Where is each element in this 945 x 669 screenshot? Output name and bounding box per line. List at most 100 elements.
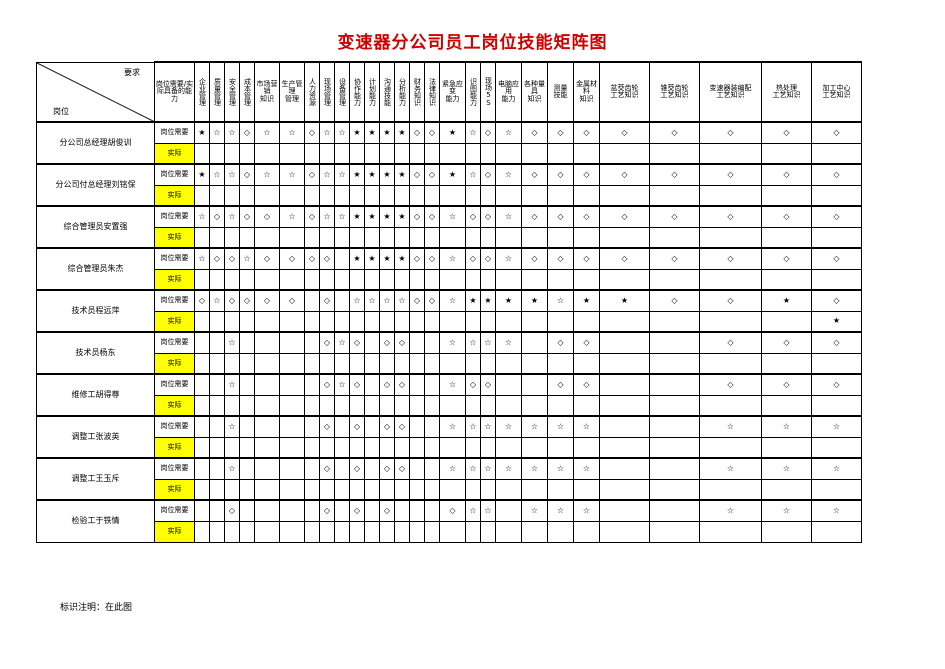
skill-mark-cell [465,478,481,501]
skill-mark-cell: ☆ [495,247,522,270]
skill-mark-cell [424,478,440,501]
skill-mark-cell: ☆ [465,415,481,438]
skill-mark-cell [254,142,280,165]
skill-mark-cell [334,289,350,312]
skill-mark-cell [194,331,210,354]
skill-mark-cell [334,394,350,417]
skill-mark-cell [521,268,548,291]
skill-mark-cell [521,184,548,207]
skill-mark-cell [480,520,496,543]
skill-mark-cell: ☆ [239,247,255,270]
skill-mark-cell [239,352,255,375]
skill-mark-cell: ◇ [424,163,440,186]
skill-mark-cell [599,142,650,165]
skill-mark-cell: ◇ [439,499,466,522]
skill-mark-cell [394,226,410,249]
skill-mark-cell [424,520,440,543]
skill-mark-cell: ◇ [254,247,280,270]
skill-mark-cell: ☆ [334,373,350,396]
skill-mark-cell [409,268,425,291]
skill-mark-cell [239,184,255,207]
skill-mark-cell [319,478,335,501]
skill-mark-cell [254,226,280,249]
skill-mark-cell: ☆ [224,373,240,396]
skill-mark-cell: ★ [194,163,210,186]
skill-mark-cell: ☆ [439,205,466,228]
skill-mark-cell [304,310,320,333]
row-type-need: 岗位需要 [154,457,195,480]
skill-mark-cell [573,478,600,501]
skill-mark-cell: ◇ [224,247,240,270]
table-row: 实际 [37,184,862,207]
skill-matrix-table: 要求 岗位 岗位需要/实际具备的能力 企业 管理 质量 管理 安全 管理 成本 管理 市场营销知… [36,61,862,543]
skill-mark-cell: ☆ [495,331,522,354]
skill-mark-cell: ◇ [319,499,335,522]
skill-mark-cell: ◇ [319,247,335,270]
skill-mark-cell [599,436,650,459]
skill-mark-cell [279,415,305,438]
skill-mark-cell [279,373,305,396]
skill-mark-cell [209,478,225,501]
column-header-13: 分析 能力 [394,61,410,123]
skill-mark-cell [319,268,335,291]
skill-mark-cell: ☆ [439,289,466,312]
column-header-line2: 5S [484,91,493,107]
skill-mark-cell [209,457,225,480]
skill-mark-cell: ◇ [573,373,600,396]
skill-mark-cell [254,310,280,333]
skill-mark-cell: ◇ [599,205,650,228]
skill-mark-cell: ◇ [811,121,862,144]
row-type-actual: 实际 [154,184,195,207]
skill-mark-cell [304,394,320,417]
skill-mark-cell: ☆ [279,205,305,228]
employee-name-cell: 技术员杨东 [36,331,155,375]
skill-mark-cell: ★ [465,289,481,312]
skill-mark-cell: ★ [379,205,395,228]
skill-mark-cell [547,268,574,291]
column-header-5: 市场营销 知识 [254,61,280,123]
skill-mark-cell [334,247,350,270]
skill-mark-cell [649,478,700,501]
skill-mark-cell [480,142,496,165]
column-header-line1: 设备 [338,78,347,92]
skill-mark-cell [364,310,380,333]
skill-mark-cell [224,142,240,165]
skill-mark-cell: ◇ [521,163,548,186]
skill-mark-cell [194,394,210,417]
skill-mark-cell: ☆ [194,205,210,228]
column-header-line2: 能力 [368,92,377,106]
skill-mark-cell [364,352,380,375]
column-header-23: 盆茭齿轮 工艺知识 [599,61,650,123]
skill-mark-cell: ☆ [495,163,522,186]
skill-mark-cell: ☆ [319,163,335,186]
skill-mark-cell [334,436,350,459]
column-header-21: 测量 技能 [547,61,574,123]
column-header-line1: 紧急应变 [442,79,463,96]
employee-name-cell: 维修工胡得尊 [36,373,155,417]
skill-mark-cell: ◇ [761,331,812,354]
skill-mark-cell: ◇ [699,331,762,354]
skill-mark-cell [599,520,650,543]
skill-mark-cell [699,226,762,249]
skill-mark-cell: ★ [439,121,466,144]
employee-name-cell: 调整工王玉斥 [36,457,155,501]
skill-mark-cell [811,184,862,207]
skill-mark-cell [334,457,350,480]
skill-mark-cell [480,226,496,249]
skill-mark-cell [699,310,762,333]
skill-mark-cell: ☆ [334,331,350,354]
skill-mark-cell [811,394,862,417]
column-header-line1: 沟通 [383,78,392,92]
skill-mark-cell [465,352,481,375]
skill-mark-cell [394,268,410,291]
skill-mark-cell [465,142,481,165]
skill-mark-cell: ☆ [761,415,812,438]
skill-mark-cell: ☆ [811,415,862,438]
skill-mark-cell: ☆ [465,457,481,480]
skill-mark-cell [224,394,240,417]
table-row: 实际 [37,394,862,417]
skill-mark-cell [599,184,650,207]
skill-mark-cell [547,352,574,375]
skill-mark-cell [649,373,700,396]
skill-mark-cell [495,142,522,165]
